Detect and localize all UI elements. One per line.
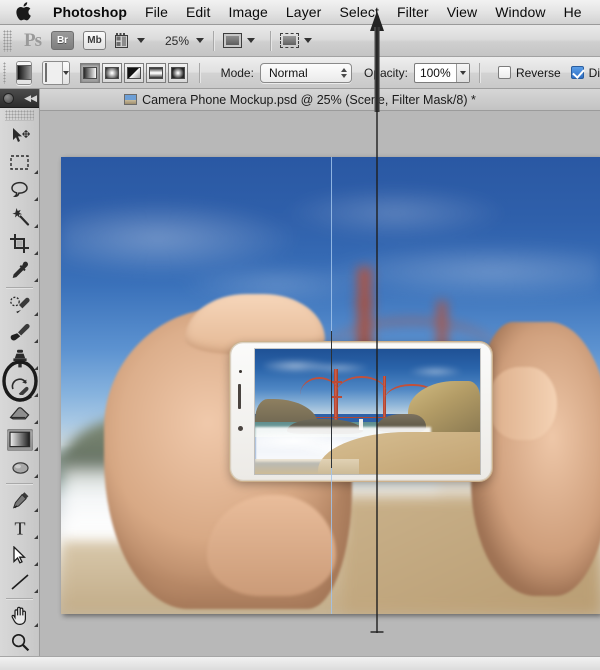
zoom-tool[interactable]: [0, 629, 40, 656]
menu-item-view[interactable]: View: [438, 0, 487, 24]
arrange-chevron-down-icon: [247, 38, 256, 43]
arrange-documents-icon: [223, 33, 243, 48]
hand-tool[interactable]: [0, 602, 40, 629]
screen-mode-icon: [280, 33, 300, 48]
opacity-value: 100%: [419, 65, 451, 80]
menu-item-layer[interactable]: Layer: [277, 0, 331, 24]
appbar-divider-1: [213, 30, 215, 51]
crop-tool[interactable]: [0, 230, 40, 257]
collapse-panel-icon[interactable]: ◀◀: [24, 93, 37, 104]
tools-panel-header[interactable]: ◀◀: [0, 89, 39, 108]
screen-mode-dropdown[interactable]: [280, 33, 313, 48]
history-brush-tool[interactable]: [0, 372, 40, 399]
options-drag-grip[interactable]: [3, 61, 6, 84]
canvas-workspace[interactable]: [40, 111, 600, 670]
phone-screen-photo: [255, 348, 481, 475]
status-bar: [0, 656, 600, 670]
reflected-gradient-button[interactable]: [146, 62, 167, 83]
gradient-type-group: [80, 62, 190, 83]
phone-mockup: [229, 341, 494, 483]
gradient-preview[interactable]: [42, 61, 64, 84]
opacity-input[interactable]: 100%: [413, 62, 470, 83]
phone-camera: [238, 369, 242, 373]
blend-mode-stepper-icon: [340, 67, 347, 78]
appbar-divider-2: [270, 30, 272, 51]
right-index-finger: [486, 367, 557, 441]
gradient-editor-picker[interactable]: [41, 60, 71, 85]
menu-item-select[interactable]: Select: [330, 0, 388, 24]
spot-healing-brush-tool[interactable]: [0, 291, 40, 318]
gradient-preset-picker[interactable]: [15, 60, 32, 85]
pen-tool[interactable]: [0, 487, 40, 514]
linear-gradient-button[interactable]: [80, 62, 101, 83]
document-thumbnail-icon: [124, 94, 138, 105]
move-tool[interactable]: [0, 122, 40, 149]
clone-stamp-tool[interactable]: [0, 345, 40, 372]
screen-mode-chevron-down-icon: [304, 38, 313, 43]
menu-item-help[interactable]: He: [555, 0, 591, 24]
photoshop-logo-icon: Ps: [24, 29, 42, 51]
gradient-preset-swatch[interactable]: [16, 61, 31, 84]
menu-item-image[interactable]: Image: [220, 0, 277, 24]
menu-item-edit[interactable]: Edit: [177, 0, 220, 24]
svg-text:T: T: [15, 519, 26, 537]
photoshop-window: Photoshop File Edit Image Layer Select F…: [0, 0, 600, 670]
view-extras-dropdown[interactable]: [115, 32, 145, 49]
opacity-label: Opacity:: [363, 65, 408, 80]
eraser-tool[interactable]: [0, 399, 40, 426]
opacity-stepper-icon[interactable]: [455, 63, 469, 82]
tools-panel: ◀◀ T: [0, 89, 40, 670]
blend-mode-select[interactable]: Normal: [259, 62, 352, 83]
document-title: Camera Phone Mockup.psd @ 25% (Scene, Fi…: [142, 92, 476, 107]
type-tool[interactable]: T: [0, 514, 40, 541]
zoom-level-value[interactable]: 25%: [165, 34, 189, 48]
brush-tool[interactable]: [0, 318, 40, 345]
blur-tool[interactable]: [0, 453, 40, 480]
zoom-chevron-down-icon[interactable]: [196, 38, 205, 43]
reverse-checkbox-row[interactable]: Reverse: [497, 65, 561, 80]
gradient-line-over-canvas: [330, 330, 332, 468]
tools-panel-knob-icon: [3, 92, 14, 104]
phone-speaker: [238, 383, 241, 409]
apple-logo-icon[interactable]: [14, 2, 32, 22]
magic-wand-tool[interactable]: [0, 203, 40, 230]
radial-gradient-button[interactable]: [102, 62, 123, 83]
tools-divider-2: [6, 483, 33, 484]
tool-options-bar: Mode: Normal Opacity: 100% Reverse Di: [0, 57, 600, 89]
eyedropper-tool[interactable]: [0, 257, 40, 284]
lasso-tool[interactable]: [0, 176, 40, 203]
phone-home-button: [238, 425, 244, 431]
menu-item-window[interactable]: Window: [486, 0, 554, 24]
launch-bridge-button[interactable]: Br: [51, 31, 74, 50]
path-selection-tool[interactable]: [0, 541, 40, 568]
rectangular-marquee-tool[interactable]: [0, 149, 40, 176]
appbar-drag-grip[interactable]: [3, 29, 12, 52]
gradient-preview-chevron-icon[interactable]: [63, 61, 70, 84]
blend-mode-label: Mode:: [220, 65, 254, 80]
chevron-down-icon: [137, 38, 145, 43]
menu-item-filter[interactable]: Filter: [388, 0, 438, 24]
reverse-checkbox[interactable]: [497, 66, 511, 79]
view-extras-icon: [115, 32, 132, 49]
menu-item-photoshop[interactable]: Photoshop: [44, 0, 136, 24]
mac-menu-bar: Photoshop File Edit Image Layer Select F…: [0, 0, 600, 25]
tools-divider-3: [6, 598, 33, 599]
document-title-bar[interactable]: Camera Phone Mockup.psd @ 25% (Scene, Fi…: [0, 89, 600, 111]
diamond-gradient-button[interactable]: [168, 62, 189, 83]
menu-item-file[interactable]: File: [136, 0, 177, 24]
line-tool[interactable]: [0, 568, 40, 595]
blend-mode-value: Normal: [268, 65, 308, 80]
launch-mini-bridge-button[interactable]: Mb: [83, 31, 106, 50]
arrange-documents-dropdown[interactable]: [223, 33, 256, 48]
application-bar: Ps Br Mb 25%: [0, 25, 600, 57]
dither-checkbox[interactable]: [570, 66, 584, 79]
document-canvas[interactable]: [61, 157, 600, 614]
reverse-label: Reverse: [515, 65, 561, 80]
gradient-tool[interactable]: [0, 426, 40, 453]
dither-label: Di: [588, 65, 600, 80]
dither-checkbox-row[interactable]: Di: [570, 65, 600, 80]
tools-panel-grip[interactable]: [5, 110, 34, 121]
angle-gradient-button[interactable]: [124, 62, 145, 83]
tools-divider-1: [6, 287, 33, 288]
